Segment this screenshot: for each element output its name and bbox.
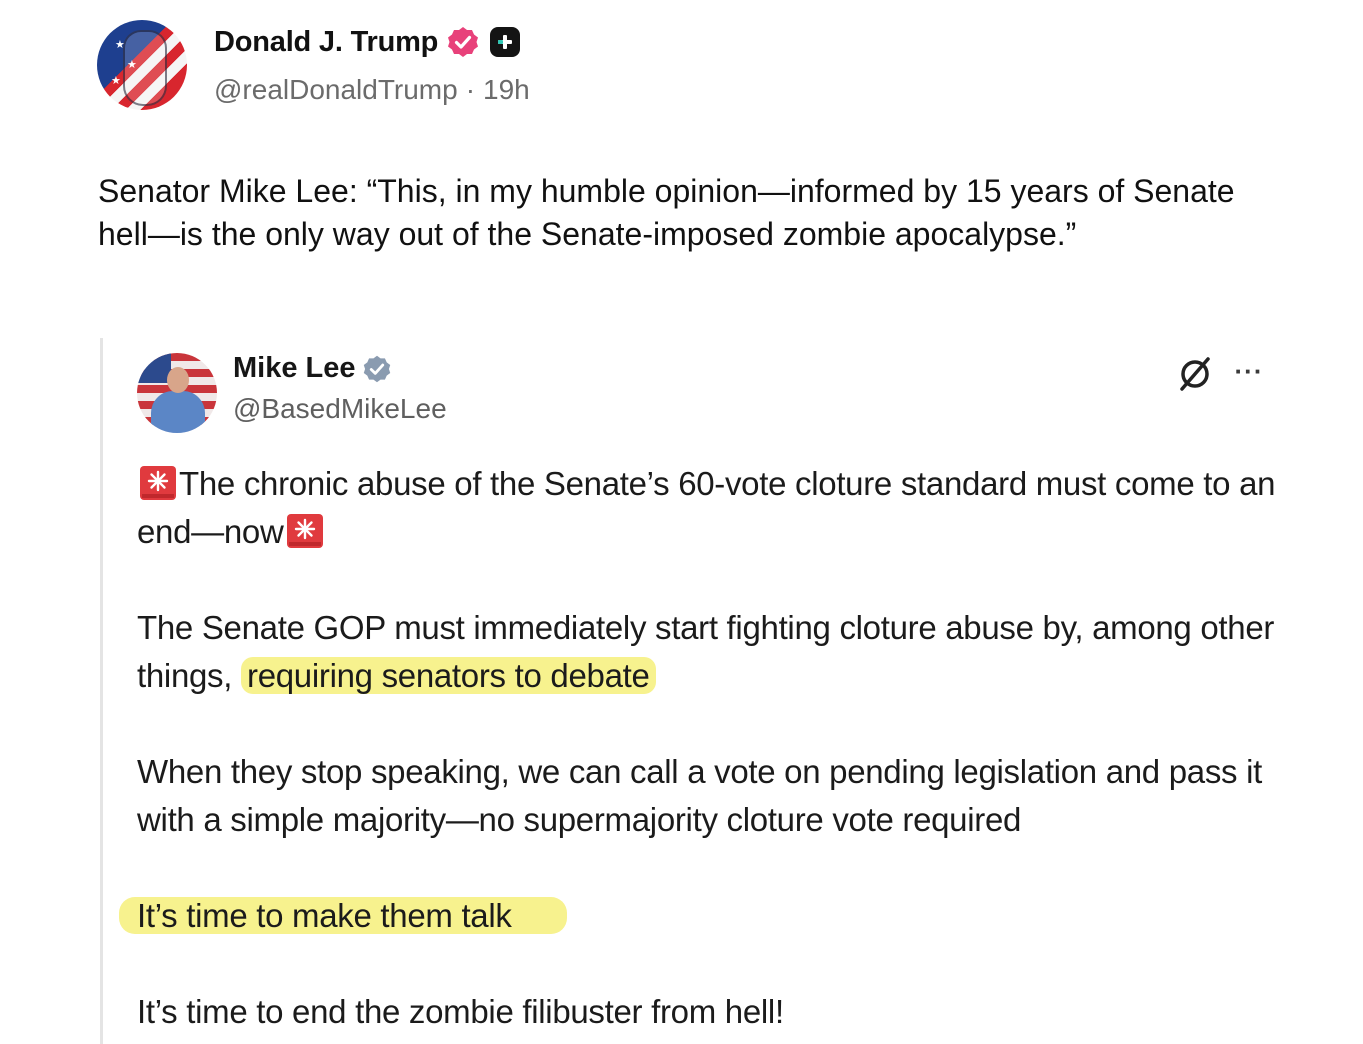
post-text: Senator Mike Lee: “This, in my humble op… [98,173,1235,252]
quote-left-border [100,338,103,1044]
highlighted-phrase: requiring senators to debate [241,657,656,694]
highlighted-phrase: It’s time to make them talk [119,897,567,934]
author-handle[interactable]: @realDonaldTrump [214,74,458,106]
quote-verified-badge-icon [363,355,390,382]
siren-emoji-icon [140,466,176,500]
plus-badge-icon [490,27,521,57]
portrait-face [123,30,167,106]
quote-paragraph-3: When they stop speaking, we can call a v… [137,753,1262,838]
quote-paragraph-2: The Senate GOP must immediately start fi… [137,604,1277,700]
meta-separator: · [465,74,476,105]
post-timestamp[interactable]: 19h [483,74,530,106]
star-icon: ★ [111,75,121,87]
quote-paragraph-4: It’s time to make them talk [119,892,1277,940]
quote-name-row: Mike Lee [233,352,392,385]
flag-canton [137,353,171,383]
quote-author-handle[interactable]: @BasedMikeLee [233,393,447,425]
avatar-head [167,367,189,393]
quote-paragraph-1: The chronic abuse of the Senate’s 60-vot… [137,460,1277,556]
grok-icon[interactable] [1176,355,1214,393]
quote-paragraph-5: It’s time to end the zombie filibuster f… [137,993,784,1030]
author-avatar[interactable]: ★ ★ ★ [97,20,187,110]
verified-badge-icon [448,27,479,57]
siren-emoji-icon [286,514,323,548]
quote-author-avatar[interactable] [137,353,217,433]
truth-social-post: ★ ★ ★ Donald J. Trump @realDonaldTrump ·… [0,0,1363,1044]
avatar-body [151,391,205,433]
author-name-row: Donald J. Trump [214,22,521,62]
quote-display-name[interactable]: Mike Lee [233,352,356,385]
author-display-name[interactable]: Donald J. Trump [214,26,438,59]
more-options-icon[interactable]: ··· [1232,356,1266,386]
author-meta: @realDonaldTrump · 19h [214,74,530,106]
